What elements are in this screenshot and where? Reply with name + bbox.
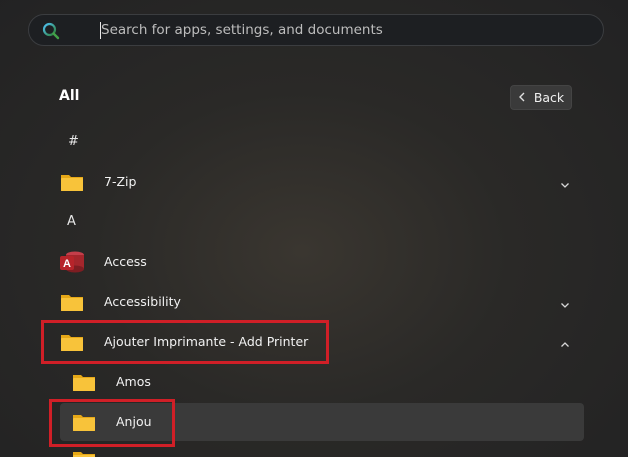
all-apps-heading: All (59, 88, 80, 104)
chevron-left-icon (518, 91, 526, 105)
search-icon (42, 22, 60, 40)
app-item-label: Access (104, 254, 147, 269)
folder-icon (72, 449, 96, 457)
folder-icon (60, 172, 84, 192)
search-input[interactable] (101, 15, 591, 45)
highlight-box-add-printer (41, 320, 329, 364)
app-item-accessibility[interactable]: Accessibility (48, 283, 584, 321)
search-box[interactable] (28, 14, 604, 46)
app-item-7zip[interactable]: 7-Zip (48, 163, 584, 201)
app-item-amos[interactable]: Amos (60, 363, 584, 401)
app-item-access[interactable]: A Access (48, 243, 584, 281)
back-button-label: Back (533, 90, 565, 105)
highlight-box-anjou (49, 399, 175, 447)
svg-text:A: A (63, 258, 71, 270)
chevron-down-icon (560, 175, 570, 188)
back-button[interactable]: Back (510, 85, 572, 110)
section-header-a[interactable]: A (67, 214, 76, 229)
app-item-label: 7-Zip (104, 174, 137, 189)
app-item-label: Amos (116, 374, 151, 389)
folder-icon (72, 372, 96, 392)
chevron-up-icon (560, 335, 570, 347)
app-item-label: Accessibility (104, 294, 181, 309)
folder-icon (60, 292, 84, 312)
access-app-icon: A (59, 250, 85, 274)
section-header-hash[interactable]: # (68, 134, 79, 149)
chevron-down-icon (560, 295, 570, 308)
